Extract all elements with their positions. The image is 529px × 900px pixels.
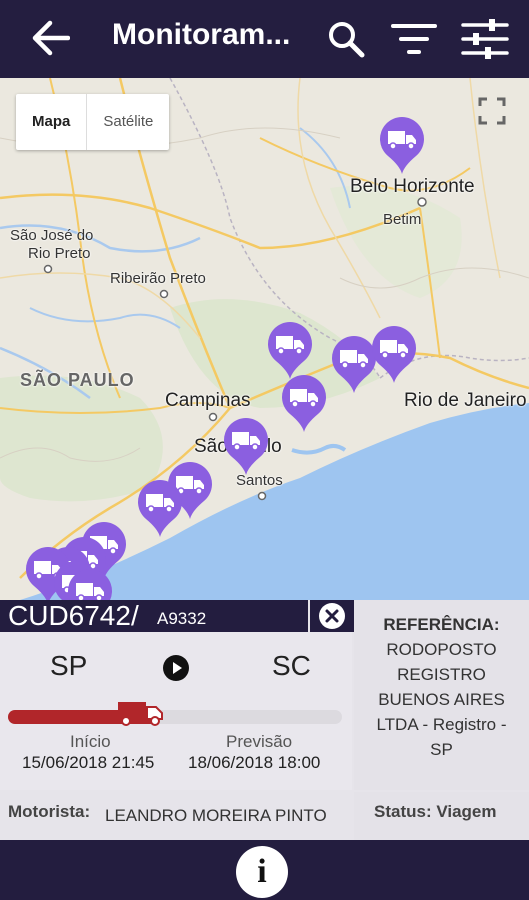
reference-line: RODOPOSTO (386, 640, 497, 659)
trip-progress-track (8, 710, 342, 724)
map-label-sao-jose: São José do (10, 227, 94, 244)
destination-state: SC (272, 650, 311, 681)
back-button[interactable] (26, 16, 74, 60)
start-label: Início (70, 732, 111, 751)
plate-header: CUD6742/ A9332 (0, 600, 308, 632)
settings-sliders-button[interactable] (461, 16, 509, 62)
origin-state: SP (50, 650, 88, 681)
vehicle-plate: CUD6742/ (8, 600, 139, 631)
reference-title: REFERÊNCIA: (383, 615, 500, 634)
truck-marker[interactable] (370, 325, 418, 385)
driver-label: Motorista: (8, 802, 91, 821)
back-arrow-icon (32, 20, 70, 56)
vehicle-info-panel: CUD6742/ A9332 SP SC Início Previsão 15/… (0, 600, 529, 840)
status-panel: Status: Viagem (354, 792, 529, 840)
start-date: 15/06/2018 21:45 (22, 753, 155, 772)
play-icon[interactable] (162, 654, 190, 682)
truck-marker[interactable] (266, 321, 314, 381)
route-panel: SP SC Início Previsão 15/06/2018 21:45 1… (0, 632, 352, 790)
sliders-icon (461, 19, 509, 59)
truck-marker[interactable] (66, 568, 114, 600)
map-label-rio-de-janeiro: Rio de Janeiro (404, 390, 527, 411)
map-type-satelite[interactable]: Satélite (87, 94, 169, 150)
map-label-betim: Betim (383, 211, 422, 228)
map-label-campinas: Campinas (165, 390, 251, 411)
close-button[interactable] (310, 600, 354, 632)
truck-marker[interactable] (378, 116, 426, 176)
fullscreen-icon[interactable] (477, 96, 507, 126)
truck-marker[interactable] (280, 374, 328, 434)
top-app-bar: Monitoram... (0, 0, 529, 78)
filter-icon (391, 24, 437, 54)
search-icon (329, 22, 365, 58)
map-label-rio-preto: Rio Preto (28, 245, 91, 262)
truck-progress-icon (118, 702, 164, 726)
map-label-ribeirao-preto: Ribeirão Preto (110, 270, 206, 287)
filter-button[interactable] (390, 16, 438, 62)
forecast-label: Previsão (226, 732, 293, 751)
trailer-code: A9332 (157, 609, 207, 628)
reference-line: BUENOS AIRES (378, 690, 505, 709)
status-text: Status: Viagem (374, 802, 497, 821)
map-label-belo-horizonte: Belo Horizonte (350, 176, 475, 197)
driver-panel: Motorista: LEANDRO MOREIRA PINTO (0, 792, 352, 840)
map-label-sao-paulo-state: SÃO PAULO (20, 370, 135, 390)
info-icon: i (257, 853, 267, 890)
page-title: Monitoram... (112, 18, 291, 51)
reference-line: SP (430, 740, 453, 759)
driver-name: LEANDRO MOREIRA PINTO (105, 806, 327, 825)
forecast-date: 18/06/2018 18:00 (188, 753, 321, 772)
truck-marker[interactable] (136, 479, 184, 539)
close-icon (319, 603, 345, 629)
reference-panel: REFERÊNCIA: RODOPOSTO REGISTRO BUENOS AI… (354, 600, 529, 790)
bottom-bar: i (0, 840, 529, 900)
map-type-control: Mapa Satélite (16, 94, 170, 150)
info-button[interactable]: i (236, 846, 288, 898)
truck-marker[interactable] (222, 417, 270, 477)
search-button[interactable] (322, 16, 370, 62)
app: Monitoram... Mapa Satélite Belo Horizont… (0, 0, 529, 900)
reference-line: LTDA - Registro - (376, 715, 507, 734)
map-view[interactable]: Mapa Satélite Belo Horizonte Betim São J… (0, 78, 529, 600)
reference-line: REGISTRO (397, 665, 486, 684)
map-type-mapa[interactable]: Mapa (16, 94, 88, 150)
